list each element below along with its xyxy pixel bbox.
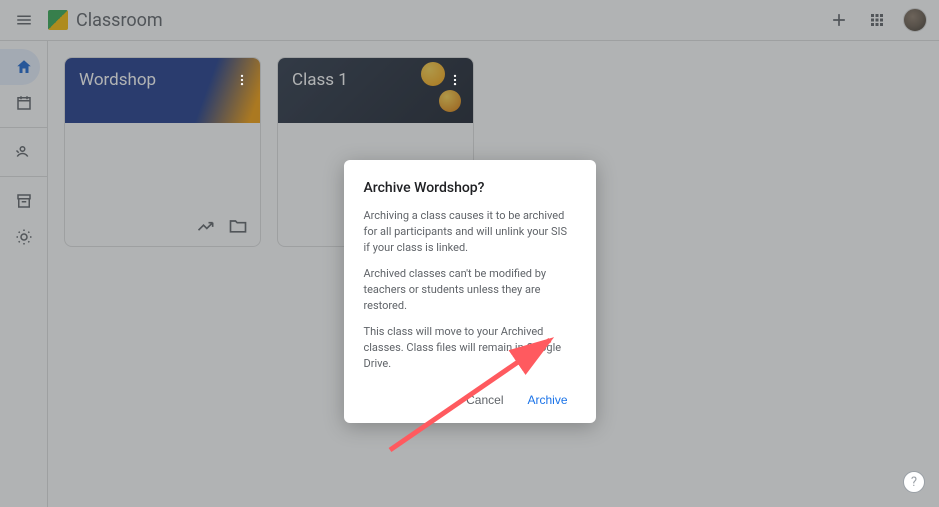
more-vert-icon[interactable] bbox=[232, 70, 252, 90]
dialog-body: Archiving a class causes it to be archiv… bbox=[364, 208, 576, 371]
modal-overlay[interactable]: Archive Wordshop? Archiving a class caus… bbox=[0, 0, 939, 507]
archive-button[interactable]: Archive bbox=[519, 387, 575, 413]
help-icon: ? bbox=[911, 475, 917, 490]
dialog-text: Archived classes can't be modified by te… bbox=[364, 266, 576, 314]
more-vert-icon[interactable] bbox=[445, 70, 465, 90]
cancel-button[interactable]: Cancel bbox=[458, 387, 511, 413]
help-button[interactable]: ? bbox=[903, 471, 925, 493]
archive-dialog: Archive Wordshop? Archiving a class caus… bbox=[344, 160, 596, 423]
dialog-title: Archive Wordshop? bbox=[364, 180, 576, 196]
dialog-text: Archiving a class causes it to be archiv… bbox=[364, 208, 576, 256]
dialog-actions: Cancel Archive bbox=[364, 387, 576, 413]
dialog-text: This class will move to your Archived cl… bbox=[364, 324, 576, 372]
